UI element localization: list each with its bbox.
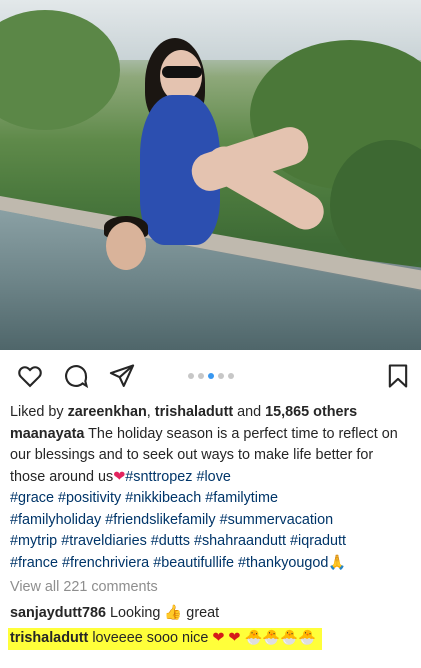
- comment-username[interactable]: trishaladutt: [10, 630, 88, 646]
- hashtag-link[interactable]: #iqradutt: [290, 533, 346, 549]
- comment-text: great: [182, 604, 220, 621]
- hashtag-link[interactable]: #positivity: [58, 490, 121, 506]
- hashtag-link[interactable]: #summervacation: [220, 512, 334, 528]
- hashtag-link[interactable]: #france: [10, 555, 58, 571]
- sunglasses: [162, 66, 202, 78]
- carousel-dot: [198, 373, 204, 379]
- hashtag-link[interactable]: #dutts: [151, 533, 190, 549]
- likes-summary: Liked by zareenkhan, trishaladutt and 15…: [10, 402, 411, 424]
- liked-user-link[interactable]: zareenkhan: [68, 404, 147, 420]
- hashtag-link[interactable]: #beautifullife: [153, 555, 234, 571]
- hashtag-link[interactable]: #familytime: [205, 490, 278, 506]
- hashtag-link[interactable]: #frenchriviera: [62, 555, 149, 571]
- carousel-dot-active: [208, 373, 214, 379]
- pray-emoji: 🙏: [328, 554, 347, 571]
- thumbs-up-emoji: 👍: [164, 604, 183, 621]
- comment-emojis: ❤ ❤ 🐣🐣🐣🐣: [212, 630, 317, 646]
- author-username[interactable]: maanayata: [10, 426, 84, 442]
- likes-count-link[interactable]: 15,865 others: [265, 404, 357, 420]
- share-icon[interactable]: [108, 362, 136, 390]
- hashtag-link[interactable]: #nikkibeach: [125, 490, 201, 506]
- heart-icon[interactable]: [16, 362, 44, 390]
- bookmark-icon[interactable]: [384, 362, 412, 390]
- hashtag-link[interactable]: #friendslikefamily: [105, 512, 215, 528]
- post-actions: [0, 350, 421, 402]
- highlighted-comment: trishaladutt loveeee sooo nice ❤ ❤ 🐣🐣🐣🐣: [8, 628, 323, 650]
- likes-separator: ,: [146, 404, 155, 420]
- liked-user-link[interactable]: trishaladutt: [155, 404, 233, 420]
- comment-text: loveeee sooo nice: [88, 630, 213, 646]
- hashtag-link[interactable]: #grace: [10, 490, 54, 506]
- view-all-comments-link[interactable]: View all 221 comments: [10, 577, 411, 599]
- comment-icon[interactable]: [62, 362, 90, 390]
- comment-username[interactable]: sanjaydutt786: [10, 605, 106, 621]
- likes-prefix: Liked by: [10, 404, 68, 420]
- comment-text: Looking: [105, 604, 165, 621]
- carousel-indicator: [188, 373, 234, 379]
- post-caption: maanayata The holiday season is a perfec…: [10, 424, 411, 575]
- carousel-dot: [218, 373, 224, 379]
- hashtag-link[interactable]: #familyholiday: [10, 512, 101, 528]
- heart-emoji: ❤: [113, 468, 126, 485]
- likes-and: and: [233, 404, 266, 420]
- hashtag-link[interactable]: #traveldiaries: [61, 533, 147, 549]
- hashtag-link[interactable]: #shahraandutt: [194, 533, 286, 549]
- carousel-dot: [228, 373, 234, 379]
- child-face: [106, 222, 146, 270]
- post-photo[interactable]: [0, 0, 421, 350]
- hashtag-link[interactable]: #love: [196, 469, 230, 485]
- comment-row: sanjaydutt786 Looking 👍 great: [10, 603, 411, 625]
- hashtag-link[interactable]: #mytrip: [10, 533, 57, 549]
- comment-row: trishaladutt loveeee sooo nice ❤ ❤ 🐣🐣🐣🐣: [8, 628, 411, 650]
- hashtag-link[interactable]: #snttropez: [125, 469, 192, 485]
- hashtag-link[interactable]: #thankyougod: [238, 555, 328, 571]
- carousel-dot: [188, 373, 194, 379]
